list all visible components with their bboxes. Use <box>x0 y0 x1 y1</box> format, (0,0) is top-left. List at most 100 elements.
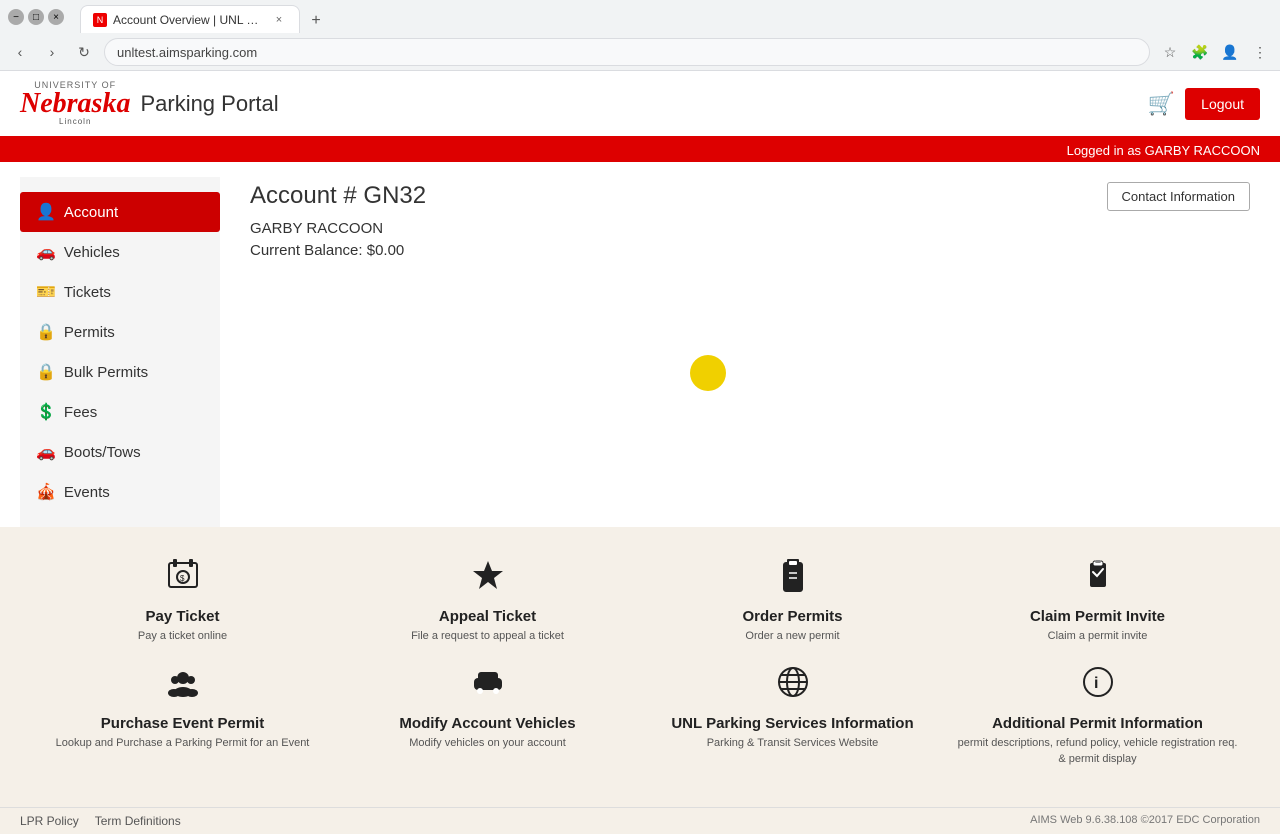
loading-indicator <box>690 355 726 391</box>
site-title: Parking Portal <box>140 91 278 117</box>
modify-account-vehicles-desc: Modify vehicles on your account <box>409 736 566 751</box>
sidebar-events-label: Events <box>64 484 110 501</box>
browser-title-bar: − □ × N Account Overview | UNL Parking .… <box>0 0 1280 34</box>
unl-logo-main-text: Nebraska <box>20 90 130 118</box>
address-bar[interactable]: unltest.aimsparking.com <box>104 38 1150 66</box>
purchase-event-permit-title: Purchase Event Permit <box>101 715 264 732</box>
permits-icon: 🔒 <box>36 322 56 342</box>
footer-item-additional-permit-info[interactable]: i Additional Permit Information permit d… <box>955 664 1240 767</box>
balance-label: Current Balance: <box>250 242 363 259</box>
sidebar-permits-label: Permits <box>64 324 115 341</box>
footer-grid-row1: $ Pay Ticket Pay a ticket online Appeal … <box>40 557 1240 644</box>
sidebar-item-fees[interactable]: 💲 Fees <box>20 392 220 432</box>
account-content: Account # GN32 GARBY RACCOON Current Bal… <box>220 162 1280 527</box>
order-permits-title: Order Permits <box>742 608 842 625</box>
sidebar-item-events[interactable]: 🎪 Events <box>20 472 220 512</box>
term-definitions-link[interactable]: Term Definitions <box>95 814 181 828</box>
browser-tab-bar: N Account Overview | UNL Parking ... × + <box>72 1 336 33</box>
footer-grid-row2: Purchase Event Permit Lookup and Purchas… <box>40 664 1240 767</box>
browser-toolbar-icons: ☆ 🧩 👤 ⋮ <box>1158 40 1272 64</box>
main-content: 👤 Account 🚗 Vehicles 🎫 Tickets 🔒 Permits… <box>0 162 1280 527</box>
footer-item-purchase-event-permit[interactable]: Purchase Event Permit Lookup and Purchas… <box>40 664 325 767</box>
url-text: unltest.aimsparking.com <box>117 45 1137 60</box>
sidebar-account-label: Account <box>64 204 118 221</box>
forward-button[interactable]: › <box>40 40 64 64</box>
sidebar-fees-label: Fees <box>64 404 97 421</box>
balance-value: $0.00 <box>367 242 405 259</box>
pay-ticket-desc: Pay a ticket online <box>138 629 227 644</box>
logout-button[interactable]: Logout <box>1185 88 1260 120</box>
unl-logo-sub-text: Lincoln <box>59 118 91 126</box>
bookmark-icon[interactable]: ☆ <box>1158 40 1182 64</box>
extensions-icon[interactable]: 🧩 <box>1188 40 1212 64</box>
account-icon: 👤 <box>36 202 56 222</box>
account-info: Account # GN32 GARBY RACCOON Current Bal… <box>250 182 426 259</box>
footer-item-modify-account-vehicles[interactable]: Modify Account Vehicles Modify vehicles … <box>345 664 630 767</box>
footer-item-appeal-ticket[interactable]: Appeal Ticket File a request to appeal a… <box>345 557 630 644</box>
unl-parking-services-desc: Parking & Transit Services Website <box>707 736 879 751</box>
sidebar-item-bulk-permits[interactable]: 🔒 Bulk Permits <box>20 352 220 392</box>
fees-icon: 💲 <box>36 402 56 422</box>
address-bar-row: ‹ › ↻ unltest.aimsparking.com ☆ 🧩 👤 ⋮ <box>0 34 1280 70</box>
footer-actions: $ Pay Ticket Pay a ticket online Appeal … <box>0 527 1280 807</box>
account-header: Account # GN32 GARBY RACCOON Current Bal… <box>250 182 1250 259</box>
appeal-ticket-icon <box>470 557 506 602</box>
modify-account-vehicles-icon <box>470 664 506 709</box>
sidebar-vehicles-label: Vehicles <box>64 244 120 261</box>
browser-maximize-btn[interactable]: □ <box>28 9 44 25</box>
unl-logo: UNIVERSITY OF Nebraska Lincoln <box>20 81 130 126</box>
browser-window-controls: − □ × <box>8 9 64 25</box>
sidebar-boots-tows-label: Boots/Tows <box>64 444 141 461</box>
lpr-policy-link[interactable]: LPR Policy <box>20 814 79 828</box>
pay-ticket-title: Pay Ticket <box>146 608 220 625</box>
tab-favicon: N <box>93 13 107 27</box>
account-balance: Current Balance: $0.00 <box>250 242 426 259</box>
reload-button[interactable]: ↻ <box>72 40 96 64</box>
footer-item-unl-parking-services[interactable]: UNL Parking Services Information Parking… <box>650 664 935 767</box>
profile-icon[interactable]: 👤 <box>1218 40 1242 64</box>
contact-info-button[interactable]: Contact Information <box>1107 182 1250 211</box>
appeal-ticket-title: Appeal Ticket <box>439 608 536 625</box>
additional-permit-info-title: Additional Permit Information <box>992 715 1203 732</box>
logged-in-bar: Logged in as GARBY RACCOON <box>0 139 1280 162</box>
browser-tab-active[interactable]: N Account Overview | UNL Parking ... × <box>80 5 300 33</box>
sidebar-item-tickets[interactable]: 🎫 Tickets <box>20 272 220 312</box>
browser-chrome: − □ × N Account Overview | UNL Parking .… <box>0 0 1280 71</box>
claim-permit-invite-title: Claim Permit Invite <box>1030 608 1165 625</box>
footer-item-claim-permit-invite[interactable]: Claim Permit Invite Claim a permit invit… <box>955 557 1240 644</box>
account-title: Account # GN32 <box>250 182 426 210</box>
browser-close-btn[interactable]: × <box>48 9 64 25</box>
new-tab-button[interactable]: + <box>304 9 328 33</box>
svg-text:$: $ <box>180 574 185 583</box>
menu-icon[interactable]: ⋮ <box>1248 40 1272 64</box>
sidebar-item-permits[interactable]: 🔒 Permits <box>20 312 220 352</box>
sidebar-item-vehicles[interactable]: 🚗 Vehicles <box>20 232 220 272</box>
appeal-ticket-desc: File a request to appeal a ticket <box>411 629 564 644</box>
additional-permit-info-icon: i <box>1080 664 1116 709</box>
sidebar-item-account[interactable]: 👤 Account <box>20 192 220 232</box>
modify-account-vehicles-title: Modify Account Vehicles <box>399 715 575 732</box>
bulk-permits-icon: 🔒 <box>36 362 56 382</box>
svg-text:i: i <box>1094 675 1098 692</box>
additional-permit-info-desc: permit descriptions, refund policy, vehi… <box>955 736 1240 767</box>
claim-permit-invite-desc: Claim a permit invite <box>1048 629 1148 644</box>
footer-item-pay-ticket[interactable]: $ Pay Ticket Pay a ticket online <box>40 557 325 644</box>
purchase-event-permit-icon <box>165 664 201 709</box>
header-right: 🛒 Logout <box>1148 88 1260 120</box>
footer-item-order-permits[interactable]: Order Permits Order a new permit <box>650 557 935 644</box>
site-header: UNIVERSITY OF Nebraska Lincoln Parking P… <box>0 71 1280 139</box>
site-logo: UNIVERSITY OF Nebraska Lincoln Parking P… <box>20 81 279 126</box>
sidebar-item-boots-tows[interactable]: 🚗 Boots/Tows <box>20 432 220 472</box>
tab-close-btn[interactable]: × <box>271 12 287 28</box>
sidebar-bulk-permits-label: Bulk Permits <box>64 364 148 381</box>
sidebar-tickets-label: Tickets <box>64 284 111 301</box>
order-permits-desc: Order a new permit <box>745 629 839 644</box>
browser-minimize-btn[interactable]: − <box>8 9 24 25</box>
account-name: GARBY RACCOON <box>250 220 426 237</box>
cart-icon[interactable]: 🛒 <box>1148 91 1175 117</box>
sidebar: 👤 Account 🚗 Vehicles 🎫 Tickets 🔒 Permits… <box>20 177 220 527</box>
claim-permit-invite-icon <box>1080 557 1116 602</box>
unl-parking-services-title: UNL Parking Services Information <box>671 715 913 732</box>
copyright-text: AIMS Web 9.6.38.108 ©2017 EDC Corporatio… <box>1030 814 1260 828</box>
back-button[interactable]: ‹ <box>8 40 32 64</box>
